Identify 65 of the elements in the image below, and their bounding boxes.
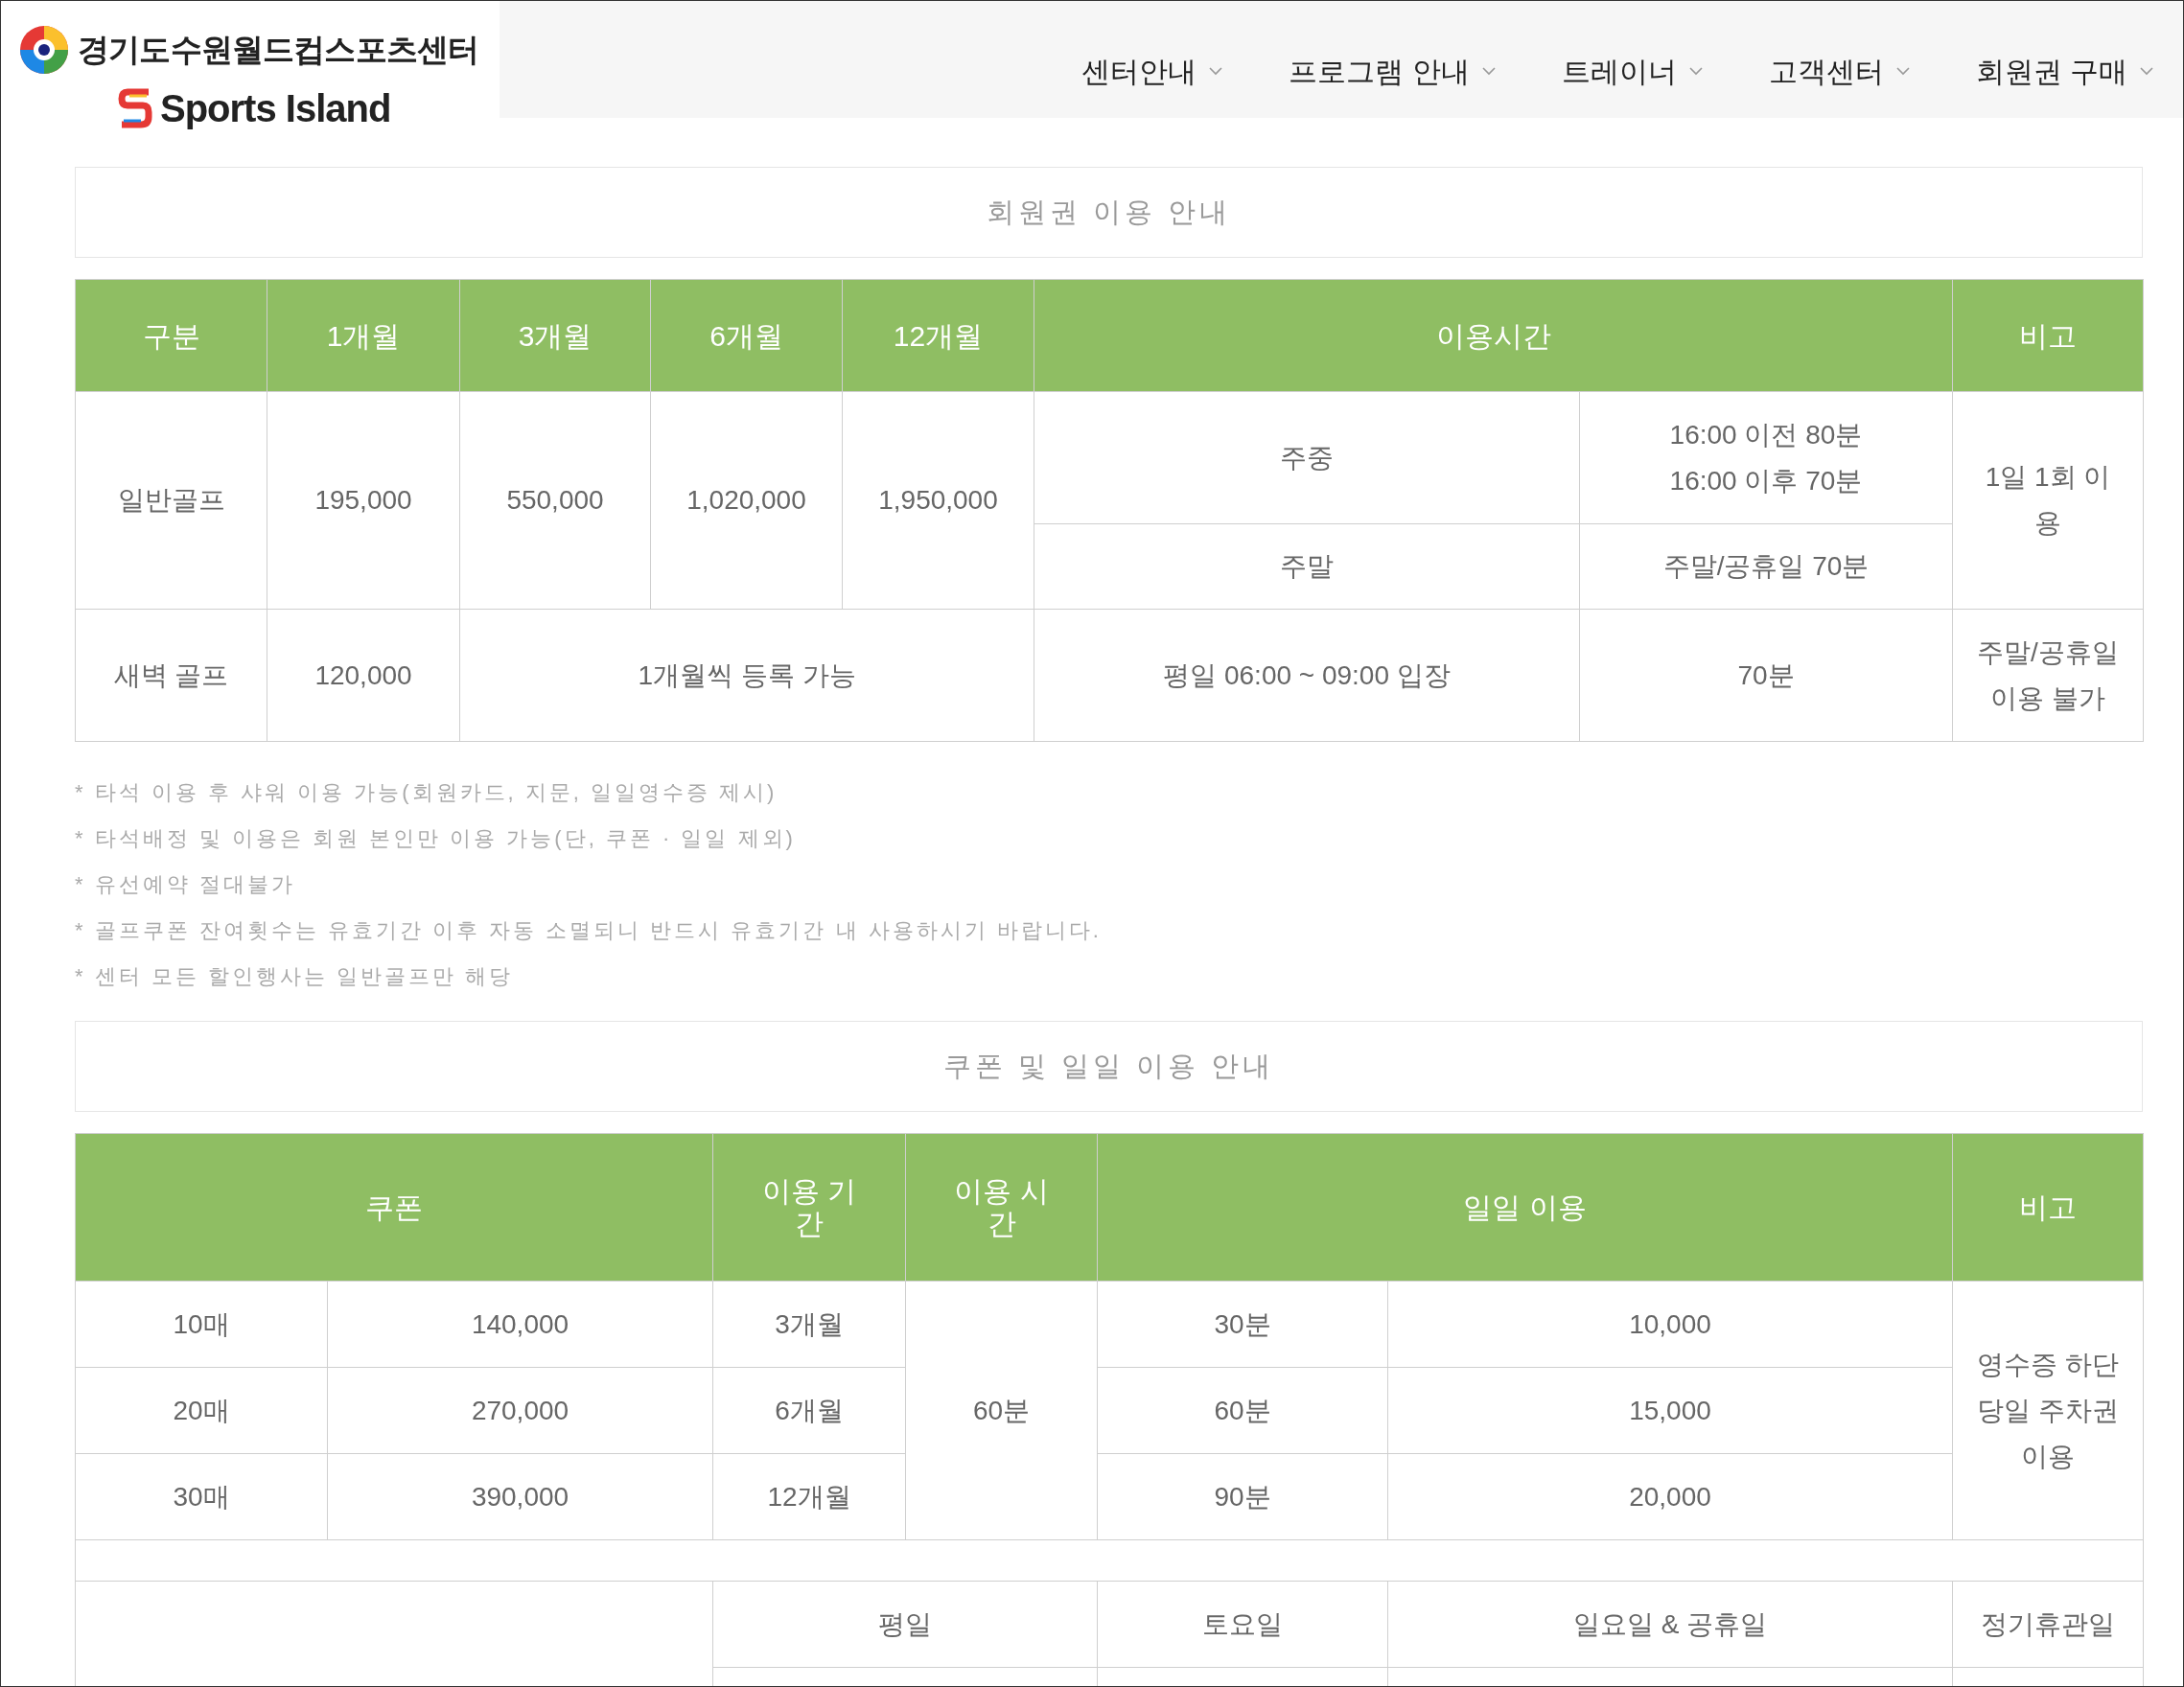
table-cell: 일요일 & 공휴일 bbox=[1387, 1581, 1953, 1668]
table-cell: 주말/공휴일 이용 불가 bbox=[1952, 609, 2144, 742]
table-cell: 60분 bbox=[1097, 1367, 1388, 1454]
section-title: 회원권 이용 안내 bbox=[75, 167, 2143, 258]
chevron-down-icon bbox=[2139, 66, 2154, 76]
table-header-cell: 쿠폰 bbox=[75, 1133, 713, 1282]
table-cell: 120,000 bbox=[267, 609, 460, 742]
table-cell: 195,000 bbox=[267, 391, 460, 610]
table-header-cell: 3개월 bbox=[459, 279, 651, 392]
table-cell: 주중 bbox=[1034, 391, 1580, 524]
table-header-cell: 비고 bbox=[1952, 1133, 2144, 1282]
notice-text: * 타석배정 및 이용은 회원 본인만 이용 가능(단, 쿠폰 · 일일 제외) bbox=[75, 826, 797, 850]
table-cell: 60분 bbox=[905, 1281, 1098, 1540]
table-cell: 정기휴관일 bbox=[1952, 1581, 2144, 1668]
table-cell: 70분 bbox=[1579, 609, 1953, 742]
chevron-down-icon bbox=[1687, 66, 1704, 76]
notice-text: * 유선예약 절대불가 bbox=[75, 872, 296, 896]
logo-s-icon bbox=[118, 86, 152, 130]
table-cell: 90분 bbox=[1097, 1453, 1388, 1540]
table-header-cell: 이용 기간 bbox=[712, 1133, 906, 1282]
table-header-cell: 6개월 bbox=[650, 279, 843, 392]
chevron-down-icon bbox=[1894, 66, 1911, 76]
nav-menu-item[interactable]: 프로그램 안내 bbox=[1289, 49, 1497, 93]
section-title: 쿠폰 및 일일 이용 안내 bbox=[75, 1021, 2143, 1112]
chevron-down-icon bbox=[1480, 66, 1497, 76]
table-cell: 270,000 bbox=[327, 1367, 713, 1454]
table-cell: 영수증 하단 당일 주차권 이용 bbox=[1952, 1281, 2144, 1540]
table-cell: 390,000 bbox=[327, 1453, 713, 1540]
chevron-down-icon bbox=[1208, 66, 1224, 76]
table-cell: 평일 bbox=[712, 1581, 1098, 1668]
table-header-cell: 12개월 bbox=[842, 279, 1034, 392]
table-cell: 1개월씩 등록 가능 bbox=[459, 609, 1034, 742]
table-cell: 550,000 bbox=[459, 391, 651, 610]
logo-title: 경기도수원월드컵스포츠센터 bbox=[78, 31, 479, 70]
table-cell: 20매 bbox=[75, 1367, 328, 1454]
table-cell: 일반골프 bbox=[75, 391, 267, 610]
table-cell: 주말 bbox=[1034, 523, 1580, 610]
table-cell: 16:00 이전 80분 16:00 이후 70분 bbox=[1579, 391, 1953, 524]
notice-text: * 타석 이용 후 샤워 이용 가능(회원카드, 지문, 일일영수증 제시) bbox=[75, 780, 778, 804]
table-header-cell: 비고 bbox=[1952, 279, 2144, 392]
table-cell: 1일 1회 이용 bbox=[1952, 391, 2144, 610]
table-header-cell: 이용시간 bbox=[1034, 279, 1953, 392]
table-cell: 새벽 골프 bbox=[75, 609, 267, 742]
table-cell: 평일 06:00 ~ 09:00 입장 bbox=[1034, 609, 1580, 742]
table-cell: 10매 bbox=[75, 1281, 328, 1368]
table-cell: 3개월 bbox=[712, 1281, 906, 1368]
table-header-cell: 구분 bbox=[75, 279, 267, 392]
nav-menu-item[interactable]: 센터안내 bbox=[1081, 49, 1224, 93]
nav-menu-item[interactable]: 회원권 구매 bbox=[1975, 49, 2154, 93]
table-header-cell: 이용 시간 bbox=[905, 1133, 1098, 1282]
logo-emblem-icon bbox=[18, 24, 70, 76]
table-cell: 30분 bbox=[1097, 1281, 1388, 1368]
table-header-cell: 1개월 bbox=[267, 279, 460, 392]
table-cell: 1,950,000 bbox=[842, 391, 1034, 610]
nav-menu-item[interactable]: 고객센터 bbox=[1768, 49, 1911, 93]
table-cell: 10,000 bbox=[1387, 1281, 1953, 1368]
nav-menu-item[interactable]: 트레이너 bbox=[1561, 49, 1704, 93]
table-header-cell: 일일 이용 bbox=[1097, 1133, 1953, 1282]
table-cell: 140,000 bbox=[327, 1281, 713, 1368]
table-cell: 1,020,000 bbox=[650, 391, 843, 610]
table-cell: 30매 bbox=[75, 1453, 328, 1540]
notice-text: * 골프쿠폰 잔여횟수는 유효기간 이후 자동 소멸되니 반드시 유효기간 내 사용하시기 바랍니다. bbox=[75, 918, 1103, 942]
logo-subtitle: Sports Island bbox=[160, 86, 391, 131]
table-cell: 토요일 bbox=[1097, 1581, 1388, 1668]
notice-text: * 센터 모든 할인행사는 일반골프만 해당 bbox=[75, 964, 515, 988]
